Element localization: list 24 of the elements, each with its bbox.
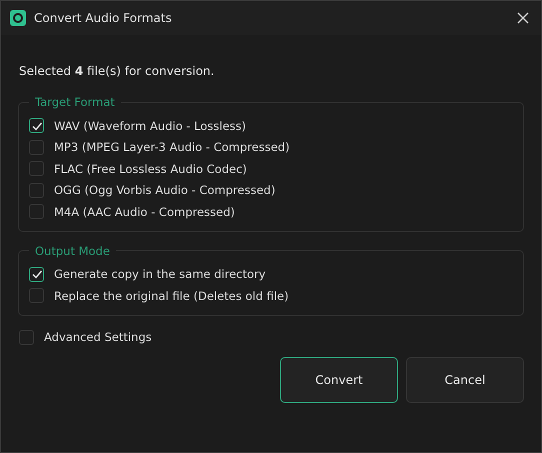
checkbox-label: OGG (Ogg Vorbis Audio - Compressed) [54,183,276,198]
checkbox-label: WAV (Waveform Audio - Lossless) [54,118,246,133]
checkbox-label: MP3 (MPEG Layer-3 Audio - Compressed) [54,140,290,154]
app-icon [10,10,26,26]
checkbox-label: FLAC (Free Lossless Audio Codec) [54,162,247,176]
close-icon[interactable] [517,12,529,24]
checkbox[interactable] [29,161,44,176]
checkbox[interactable] [29,266,44,282]
checkbox[interactable] [29,118,44,134]
checkbox[interactable] [29,288,44,304]
intro-text: Selected 4 file(s) for conversion. [19,63,216,79]
checkbox-label: Advanced Settings [44,330,152,344]
checkbox[interactable] [29,204,44,220]
cancel-button[interactable]: Cancel [406,357,524,403]
checkbox-label: Generate copy in the same directory [54,267,266,282]
checkbox[interactable] [19,330,34,345]
convert-button[interactable]: Convert [280,357,398,403]
checkbox[interactable] [29,182,44,198]
checkbox[interactable] [29,140,44,155]
window-title: Convert Audio Formats [34,11,172,25]
group-title: Target Format [34,95,116,109]
checkbox-label: Replace the original file (Deletes old file) [54,288,289,303]
group-title: Output Mode [34,244,111,258]
checkbox-label: M4A (AAC Audio - Compressed) [54,204,235,219]
